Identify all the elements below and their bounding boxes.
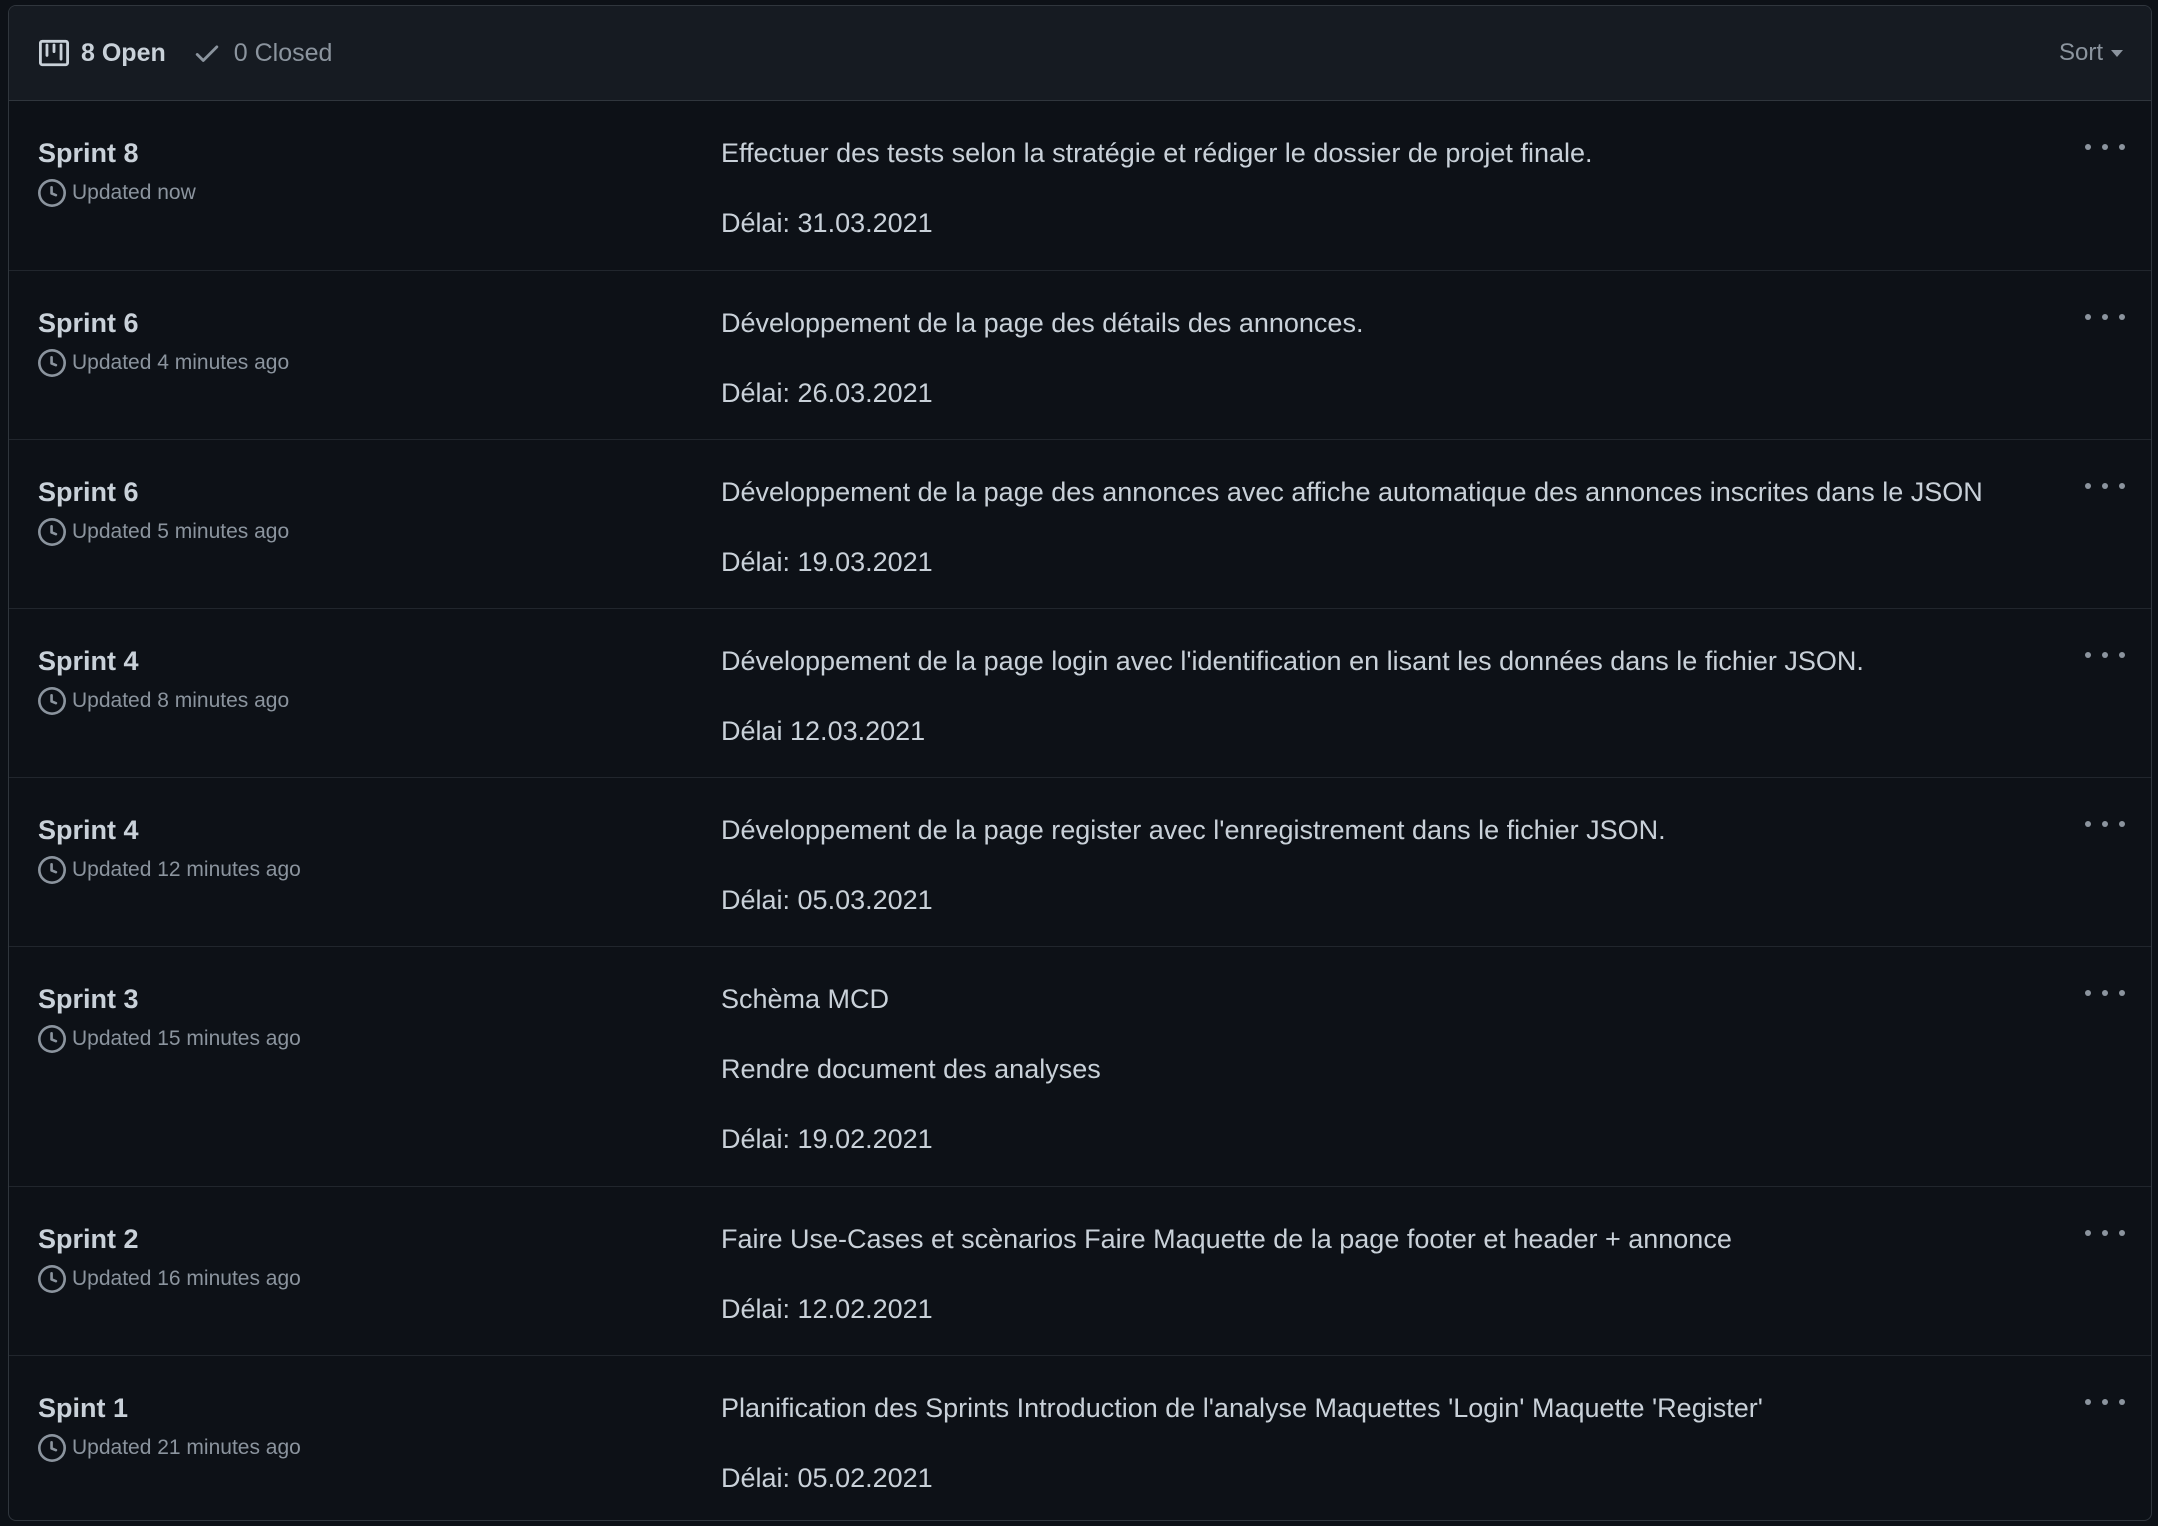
milestone-description: Planification des Sprints Introduction d… <box>721 1390 2031 1496</box>
milestone-title-link[interactable]: Sprint 6 <box>38 477 139 507</box>
milestone-row: Sprint 4 Updated 8 minutes ago Développeme… <box>9 609 2151 778</box>
milestone-title-link[interactable]: Sprint 8 <box>38 138 139 168</box>
kebab-menu-icon[interactable] <box>2085 137 2125 157</box>
sort-label: Sort <box>2058 39 2103 66</box>
milestones-panel: 8 Open 0 Closed Sort Sprint 8 Updated now… <box>8 5 2152 1521</box>
milestone-row: Sprint 8 Updated now Effectuer des tests s… <box>9 101 2151 271</box>
milestone-description-line: Délai: 26.03.2021 <box>721 378 933 408</box>
milestone-description-line: Effectuer des tests selon la stratégie e… <box>721 138 1593 168</box>
kebab-menu-icon[interactable] <box>2085 1223 2125 1243</box>
updated-text: Updated now <box>72 181 196 204</box>
milestone-meta: Spint 1 Updated 21 minutes ago <box>38 1392 301 1462</box>
milestone-updated: Updated 21 minutes ago <box>38 1434 301 1462</box>
milestone-row: Spint 1 Updated 21 minutes ago Planificati… <box>9 1356 2151 1520</box>
milestone-meta: Sprint 2 Updated 16 minutes ago <box>38 1223 301 1293</box>
milestone-description-line: Développement de la page des détails des… <box>721 308 1364 338</box>
kebab-menu-icon[interactable] <box>2085 645 2125 665</box>
kebab-menu-icon[interactable] <box>2085 476 2125 496</box>
updated-text: Updated 4 minutes ago <box>72 351 290 374</box>
updated-text: Updated 8 minutes ago <box>72 689 290 712</box>
milestone-row: Sprint 2 Updated 16 minutes ago Faire Use-… <box>9 1187 2151 1356</box>
caret-down-icon <box>2111 49 2123 57</box>
milestone-description: Développement de la page login avec l'id… <box>721 643 2031 749</box>
milestone-meta: Sprint 6 Updated 5 minutes ago <box>38 476 289 546</box>
milestone-description-line: Délai: 19.02.2021 <box>721 1124 933 1154</box>
milestone-icon <box>39 38 69 68</box>
milestone-description-line: Délai: 19.03.2021 <box>721 547 933 577</box>
milestone-meta: Sprint 8 Updated now <box>38 137 196 207</box>
milestone-list: Sprint 8 Updated now Effectuer des tests s… <box>9 101 2151 1520</box>
milestone-title-link[interactable]: Sprint 6 <box>38 308 139 338</box>
milestone-updated: Updated now <box>38 179 196 207</box>
milestone-meta: Sprint 4 Updated 8 minutes ago <box>38 645 289 715</box>
clock-icon <box>38 856 66 884</box>
kebab-menu-icon[interactable] <box>2085 1392 2125 1412</box>
clock-icon <box>38 518 66 546</box>
updated-text: Updated 15 minutes ago <box>72 1027 301 1050</box>
milestone-updated: Updated 4 minutes ago <box>38 349 289 377</box>
milestone-description-line: Délai 12.03.2021 <box>721 716 926 746</box>
clock-icon <box>38 1265 66 1293</box>
milestone-updated: Updated 5 minutes ago <box>38 518 289 546</box>
sort-dropdown[interactable]: Sort <box>2059 39 2123 67</box>
milestone-updated: Updated 15 minutes ago <box>38 1025 301 1053</box>
updated-text: Updated 5 minutes ago <box>72 520 290 543</box>
milestone-description: Développement de la page des détails des… <box>721 305 2031 411</box>
kebab-menu-icon[interactable] <box>2085 814 2125 834</box>
milestone-description: Schèma MCD Rendre document des analyses Dé… <box>721 981 2031 1157</box>
open-filter[interactable]: 8 Open <box>39 38 166 68</box>
milestone-updated: Updated 12 minutes ago <box>38 856 301 884</box>
updated-text: Updated 21 minutes ago <box>72 1436 301 1459</box>
milestone-updated: Updated 8 minutes ago <box>38 687 289 715</box>
closed-filter[interactable]: 0 Closed <box>192 38 333 68</box>
milestone-description: Faire Use-Cases et scènarios Faire Maque… <box>721 1221 2031 1327</box>
milestone-row: Sprint 6 Updated 5 minutes ago Développeme… <box>9 440 2151 609</box>
milestone-title-link[interactable]: Sprint 3 <box>38 984 139 1014</box>
milestone-title-link[interactable]: Sprint 4 <box>38 646 139 676</box>
milestone-title-link[interactable]: Sprint 4 <box>38 815 139 845</box>
milestone-description-line: Faire Use-Cases et scènarios Faire Maque… <box>721 1224 1732 1254</box>
updated-text: Updated 12 minutes ago <box>72 858 301 881</box>
milestone-row: Sprint 3 Updated 15 minutes ago Schèma MCD… <box>9 947 2151 1187</box>
kebab-menu-icon[interactable] <box>2085 307 2125 327</box>
milestone-description-line: Schèma MCD <box>721 984 890 1014</box>
open-count-label: 8 Open <box>81 38 166 67</box>
milestone-description-line: Planification des Sprints Introduction d… <box>721 1393 1763 1423</box>
milestone-row: Sprint 4 Updated 12 minutes ago Développem… <box>9 778 2151 947</box>
milestone-description-line: Délai: 31.03.2021 <box>721 208 933 238</box>
clock-icon <box>38 179 66 207</box>
milestone-description-line: Délai: 05.03.2021 <box>721 885 933 915</box>
clock-icon <box>38 349 66 377</box>
milestone-description-line: Délai: 05.02.2021 <box>721 1463 933 1493</box>
milestone-description-line: Rendre document des analyses <box>721 1054 1101 1084</box>
milestone-description: Développement de la page des annonces av… <box>721 474 2031 580</box>
milestone-row: Sprint 6 Updated 4 minutes ago Développeme… <box>9 271 2151 440</box>
milestone-description-line: Délai: 12.02.2021 <box>721 1294 933 1324</box>
updated-text: Updated 16 minutes ago <box>72 1267 301 1290</box>
closed-count-label: 0 Closed <box>233 38 333 67</box>
clock-icon <box>38 1025 66 1053</box>
milestone-description-line: Développement de la page des annonces av… <box>721 477 1983 507</box>
kebab-menu-icon[interactable] <box>2085 983 2125 1003</box>
milestone-description-line: Développement de la page register avec l… <box>721 815 1666 845</box>
milestone-meta: Sprint 4 Updated 12 minutes ago <box>38 814 301 884</box>
milestone-meta: Sprint 6 Updated 4 minutes ago <box>38 307 289 377</box>
milestone-updated: Updated 16 minutes ago <box>38 1265 301 1293</box>
milestone-meta: Sprint 3 Updated 15 minutes ago <box>38 983 301 1053</box>
milestone-description: Effectuer des tests selon la stratégie e… <box>721 135 2031 241</box>
milestone-title-link[interactable]: Sprint 2 <box>38 1224 139 1254</box>
milestones-header: 8 Open 0 Closed Sort <box>9 6 2151 101</box>
milestone-description: Développement de la page register avec l… <box>721 812 2031 918</box>
milestone-description-line: Développement de la page login avec l'id… <box>721 646 1864 676</box>
check-icon <box>192 38 222 68</box>
milestone-title-link[interactable]: Spint 1 <box>38 1393 128 1423</box>
clock-icon <box>38 1434 66 1462</box>
clock-icon <box>38 687 66 715</box>
